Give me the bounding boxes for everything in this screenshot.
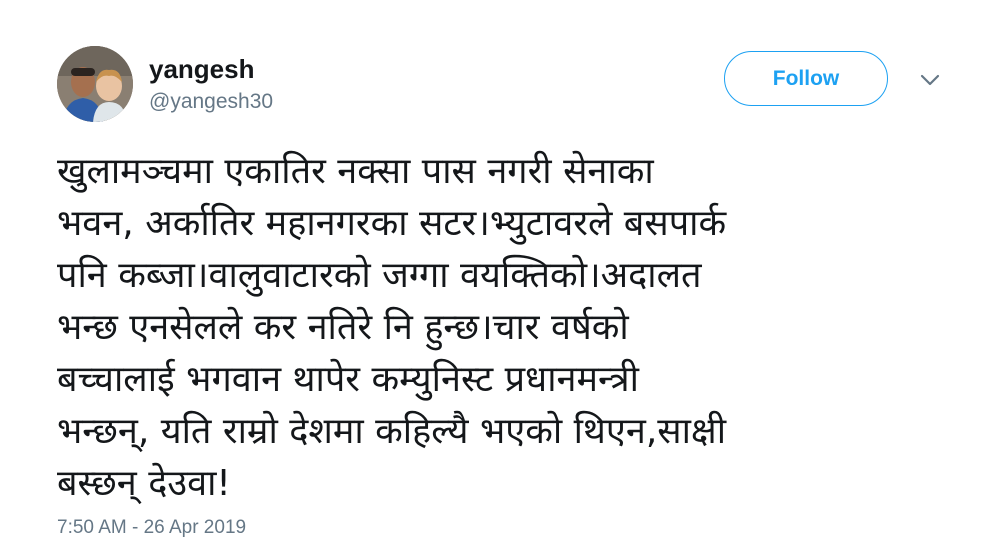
avatar-image (57, 46, 133, 122)
tweet-line: भवन, अर्कातिर महानगरका सटर।भ्युटावरले बस… (57, 203, 727, 244)
tweet-timestamp[interactable]: 7:50 AM - 26 Apr 2019 (57, 517, 246, 539)
tweet-line: बच्चालाई भगवान थापेर कम्युनिस्ट प्रधानमन… (57, 359, 639, 400)
tweet-line: बस्छन् देउवा! (57, 463, 231, 504)
chevron-down-icon[interactable] (918, 72, 942, 88)
tweet-line: पनि कब्जा।वालुवाटारको जग्गा वयक्तिको।अदा… (57, 255, 702, 296)
tweet-line: खुलामञ्चमा एकातिर नक्सा पास नगरी सेनाका (57, 151, 654, 192)
tweet-line: भन्छन्, यति राम्रो देशमा कहिल्यै भएको थि… (57, 411, 727, 452)
user-handle[interactable]: @yangesh30 (149, 90, 273, 114)
display-name[interactable]: yangesh (149, 54, 255, 85)
tweet-line: भन्छ एनसेलले कर नतिरे नि हुन्छ।चार वर्षक… (57, 307, 629, 348)
tweet-text: खुलामञ्चमा एकातिर नक्सा पास नगरी सेनाका … (57, 146, 957, 510)
follow-button[interactable]: Follow (724, 51, 888, 106)
avatar[interactable] (57, 46, 133, 122)
